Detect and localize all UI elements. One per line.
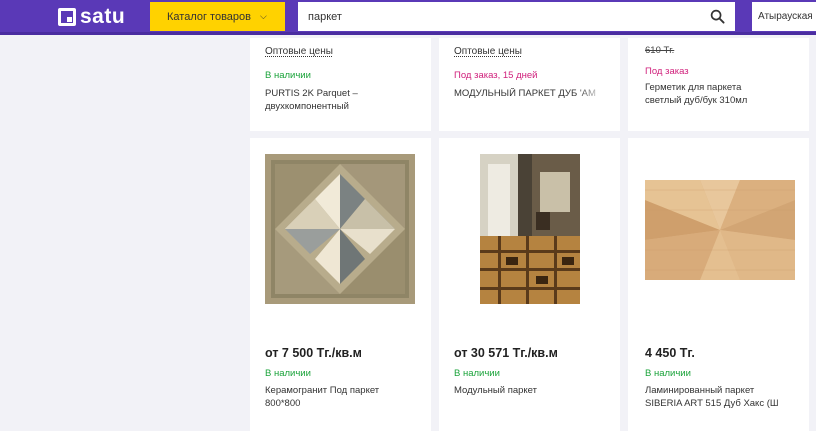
product-title[interactable]: Герметик для паркета светлый дуб/бук 310… — [645, 82, 805, 107]
availability-status: В наличии — [265, 368, 311, 379]
old-price: 610 Тг. — [645, 45, 675, 56]
search-input[interactable] — [298, 2, 698, 31]
search-bar — [298, 2, 735, 31]
chevron-down-icon: ⌵ — [260, 11, 267, 21]
availability-status: Под заказ, 15 дней — [454, 70, 538, 81]
search-icon[interactable] — [710, 9, 725, 24]
catalog-button[interactable]: Каталог товаров ⌵ — [150, 2, 285, 31]
product-image-ceramic-tile[interactable] — [265, 154, 415, 304]
product-card[interactable]: 610 Тг. Под заказ Герметик для паркета с… — [628, 38, 809, 131]
product-price: от 30 571 Тг./кв.м — [454, 346, 558, 360]
product-title[interactable]: МОДУЛЬНЫЙ ПАРКЕТ ДУБ 'АМ — [454, 88, 606, 101]
logo-text: satu — [80, 5, 126, 28]
product-title[interactable]: Керамогранит Под паркет 800*800 — [265, 385, 425, 410]
top-header: satu Каталог товаров ⌵ Атырауская — [0, 0, 816, 35]
logo-icon — [58, 8, 76, 26]
product-card[interactable]: от 7 500 Тг./кв.м В наличии Керамогранит… — [250, 138, 431, 431]
product-title[interactable]: PURTIS 2K Parquet – двухкомпонентный — [265, 88, 425, 113]
availability-status: В наличии — [645, 368, 691, 379]
product-card[interactable]: 4 450 Тг. В наличии Ламинированный парке… — [628, 138, 809, 431]
product-image-laminate-parquet[interactable] — [645, 180, 795, 280]
wholesale-price-link[interactable]: Оптовые цены — [265, 46, 333, 57]
product-card[interactable]: Оптовые цены Под заказ, 15 дней МОДУЛЬНЫ… — [439, 38, 620, 131]
product-title[interactable]: Модульный паркет — [454, 385, 614, 398]
site-logo[interactable]: satu — [58, 5, 126, 28]
region-selector[interactable]: Атырауская — [752, 2, 816, 31]
sidebar — [0, 38, 248, 431]
wholesale-price-link[interactable]: Оптовые цены — [454, 46, 522, 57]
availability-status: Под заказ — [645, 66, 689, 77]
availability-status: В наличии — [454, 368, 500, 379]
product-title[interactable]: Ламинированный паркет SIBERIA ART 515 Ду… — [645, 385, 805, 410]
product-card[interactable]: Оптовые цены В наличии PURTIS 2K Parquet… — [250, 38, 431, 131]
product-image-modular-parquet[interactable] — [480, 154, 580, 304]
catalog-button-label: Каталог товаров — [167, 10, 251, 23]
product-price: 4 450 Тг. — [645, 346, 695, 360]
availability-status: В наличии — [265, 70, 311, 81]
product-price: от 7 500 Тг./кв.м — [265, 346, 362, 360]
product-card[interactable]: от 30 571 Тг./кв.м В наличии Модульный п… — [439, 138, 620, 431]
